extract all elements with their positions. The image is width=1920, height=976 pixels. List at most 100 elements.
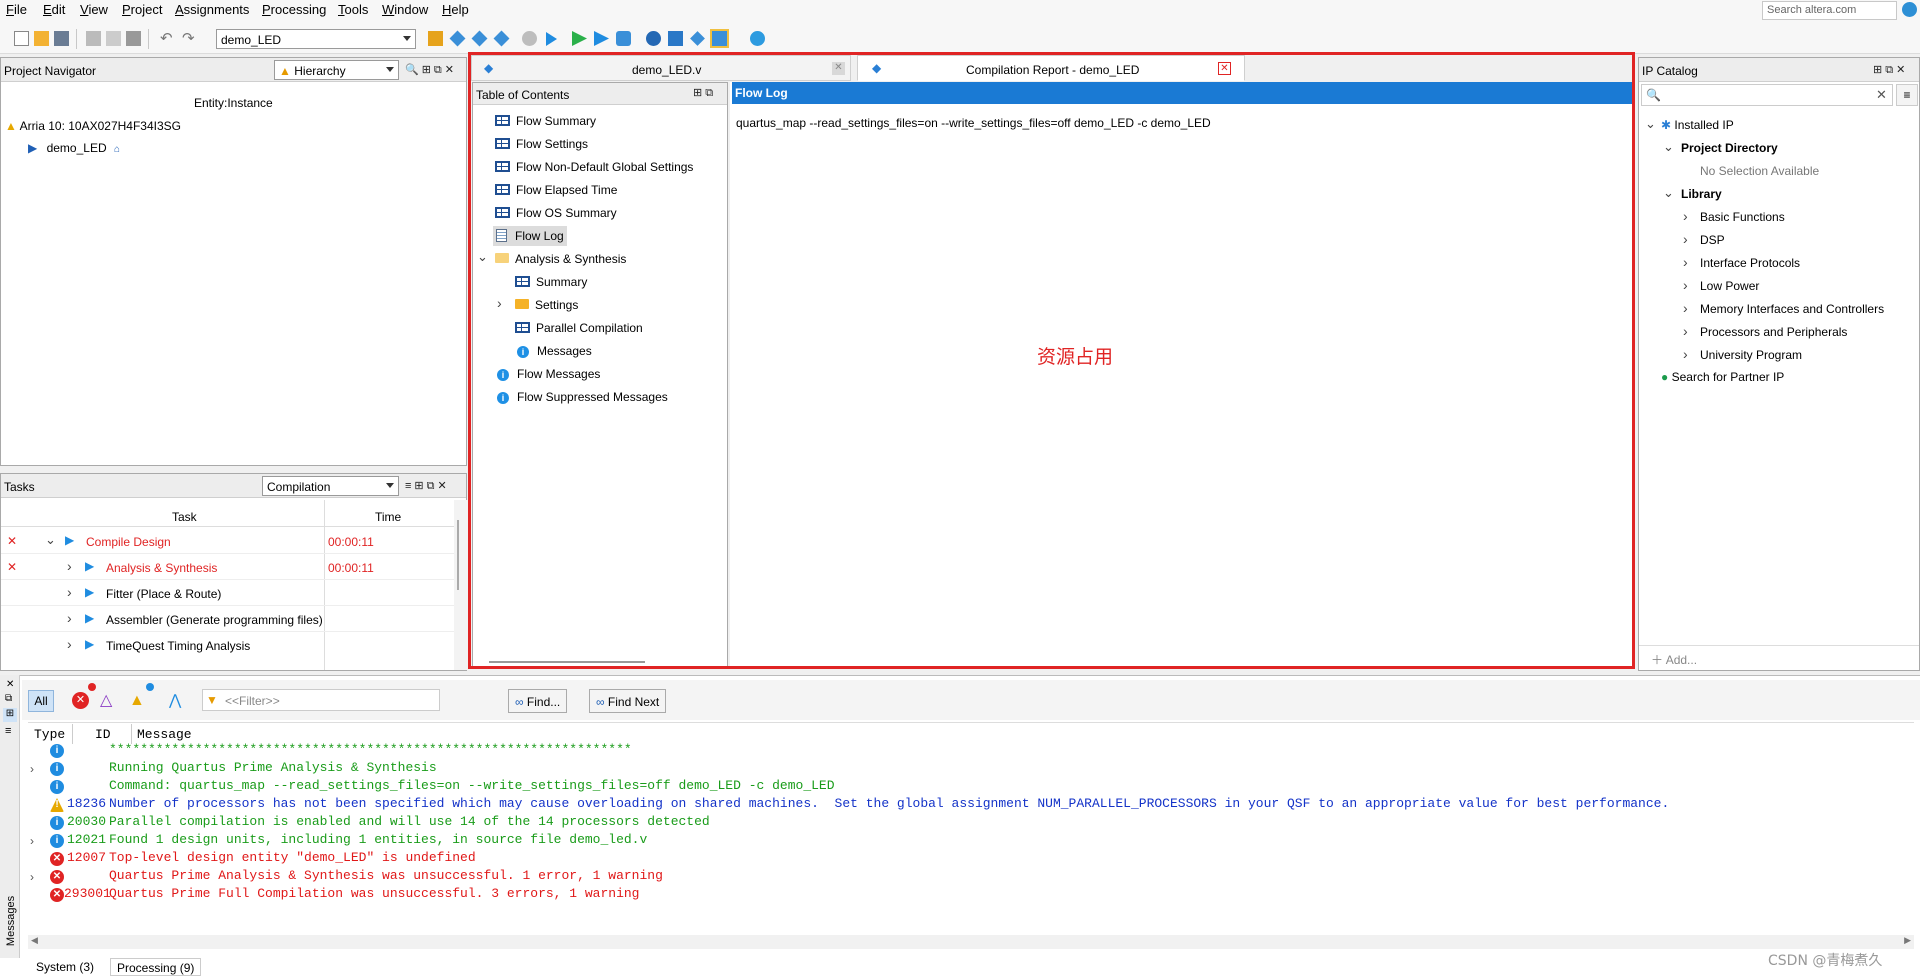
- message-row[interactable]: › i Running Quartus Prime Analysis & Synth…: [28, 760, 1908, 778]
- pin-icon[interactable]: ⊞: [3, 708, 17, 722]
- chevron-right-icon[interactable]: [1683, 346, 1688, 362]
- chevron-right-icon[interactable]: [1683, 254, 1688, 270]
- expand-fitter[interactable]: [67, 584, 72, 600]
- copy-icon[interactable]: [106, 31, 121, 46]
- start-compilation-icon[interactable]: [546, 32, 557, 46]
- navigator-dock-buttons[interactable]: 🔍⊞⧉✕: [405, 63, 457, 77]
- installed-ip[interactable]: ✱ Installed IP: [1661, 118, 1734, 132]
- new-file-icon[interactable]: [14, 31, 29, 46]
- expand-analysis-synthesis-toc[interactable]: [477, 249, 488, 265]
- play-icon[interactable]: ▶: [65, 533, 74, 547]
- library-university-program[interactable]: University Program: [1700, 348, 1802, 362]
- flow-select[interactable]: Compilation: [262, 476, 399, 496]
- expand-library[interactable]: [1663, 185, 1674, 201]
- expand-installed-ip[interactable]: [1645, 116, 1656, 132]
- search-input[interactable]: Search altera.com: [1762, 1, 1897, 20]
- play-icon[interactable]: ▶: [85, 585, 94, 599]
- analyze-icon[interactable]: [471, 30, 488, 47]
- library[interactable]: Library: [1681, 187, 1722, 201]
- open-folder-icon[interactable]: [34, 31, 49, 46]
- warning-filter-icon[interactable]: ▲: [129, 692, 147, 710]
- play-icon[interactable]: ▶: [85, 637, 94, 651]
- menu-edit[interactable]: Edit: [43, 2, 65, 17]
- tasks-dock-buttons[interactable]: ≡⊞⧉✕: [405, 479, 450, 493]
- chevron-right-icon[interactable]: [1683, 231, 1688, 247]
- paste-icon[interactable]: [126, 31, 141, 46]
- message-row[interactable]: i 20030 Parallel compilation is enabled an…: [28, 814, 1908, 832]
- task-assembler[interactable]: Assembler (Generate programming files): [106, 613, 323, 627]
- task-fitter[interactable]: Fitter (Place & Route): [106, 587, 221, 601]
- messages-scrollbar[interactable]: ◀ ▶: [28, 935, 1914, 949]
- toc-item-flow-suppressed[interactable]: i Flow Suppressed Messages: [497, 390, 668, 404]
- synthesis-icon[interactable]: [493, 30, 510, 47]
- add-ip-button[interactable]: ＋ Add...: [1651, 651, 1697, 668]
- toc-item-flow-messages[interactable]: i Flow Messages: [497, 367, 600, 381]
- menu-view[interactable]: View: [80, 2, 108, 17]
- menu-assignments[interactable]: Assignments: [175, 2, 249, 17]
- tab-system[interactable]: System (3): [30, 958, 100, 976]
- menu-processing[interactable]: Processing: [262, 2, 326, 17]
- filter-all-button[interactable]: All: [28, 690, 54, 712]
- start-analysis-icon[interactable]: [572, 31, 587, 46]
- tab-demo-led-v[interactable]: ◆ demo_LED.v ✕: [471, 55, 851, 81]
- menu-window[interactable]: Window: [382, 2, 428, 17]
- expand-message[interactable]: ›: [30, 834, 34, 848]
- expand-message[interactable]: ›: [30, 762, 34, 776]
- toc-item-analysis-synthesis[interactable]: Analysis & Synthesis: [495, 252, 626, 266]
- toc-item-os-summary[interactable]: Flow OS Summary: [495, 206, 617, 220]
- menu-tools[interactable]: Tools: [338, 2, 368, 17]
- chat-icon[interactable]: [750, 31, 765, 46]
- find-button[interactable]: ∞ Find...: [508, 689, 568, 713]
- toc-item-parallel-compilation[interactable]: Parallel Compilation: [515, 321, 643, 335]
- toc-item-elapsed-time[interactable]: Flow Elapsed Time: [495, 183, 617, 197]
- library-dsp[interactable]: DSP: [1700, 233, 1725, 247]
- project-directory[interactable]: Project Directory: [1681, 141, 1778, 155]
- expand-assembler[interactable]: [67, 610, 72, 626]
- library-basic-functions[interactable]: Basic Functions: [1700, 210, 1785, 224]
- error-filter-icon[interactable]: ✕: [72, 692, 89, 709]
- tab-compilation-report[interactable]: ◆ Compilation Report - demo_LED ✕: [857, 55, 1245, 81]
- menu-file[interactable]: File: [6, 2, 27, 17]
- critical-warning-icon[interactable]: △: [100, 692, 118, 710]
- menu-help[interactable]: Help: [442, 2, 469, 17]
- message-row[interactable]: › ✕ Quartus Prime Analysis & Synthesis was…: [28, 868, 1908, 886]
- chip-icon[interactable]: [449, 30, 466, 47]
- suppress-icon[interactable]: ⋀: [169, 692, 187, 710]
- clear-icon[interactable]: ✕: [1876, 87, 1887, 103]
- toc-item-flow-settings[interactable]: Flow Settings: [495, 137, 588, 151]
- chevron-right-icon[interactable]: [1683, 208, 1688, 224]
- pin-planner-icon[interactable]: [428, 31, 443, 46]
- library-low-power[interactable]: Low Power: [1700, 279, 1759, 293]
- message-filter-input[interactable]: ▼ <<Filter>>: [202, 689, 440, 711]
- task-timequest[interactable]: TimeQuest Timing Analysis: [106, 639, 250, 653]
- find-next-button[interactable]: ∞ Find Next: [589, 689, 667, 713]
- close-icon[interactable]: ✕: [6, 679, 14, 690]
- float-icon[interactable]: ⧉: [5, 693, 12, 704]
- device-row[interactable]: ▲ Arria 10: 10AX027H4F34I3SG: [5, 119, 181, 133]
- globe-icon[interactable]: [1902, 2, 1917, 17]
- stop-icon[interactable]: [522, 31, 537, 46]
- library-memory-interfaces[interactable]: Memory Interfaces and Controllers: [1700, 302, 1884, 316]
- ip-dock-buttons[interactable]: ⊞⧉✕: [1873, 63, 1908, 77]
- chevron-right-icon[interactable]: [1683, 277, 1688, 293]
- close-icon[interactable]: ✕: [1218, 62, 1231, 75]
- message-row[interactable]: i ***************************************…: [28, 742, 1908, 760]
- library-interface-protocols[interactable]: Interface Protocols: [1700, 256, 1800, 270]
- close-icon[interactable]: ✕: [832, 62, 845, 75]
- toc-item-messages[interactable]: i Messages: [517, 344, 592, 358]
- expand-analysis-synthesis[interactable]: [67, 558, 72, 574]
- netlist-icon[interactable]: [646, 31, 661, 46]
- task-analysis-synthesis[interactable]: Analysis & Synthesis: [106, 561, 217, 575]
- toc-dock-buttons[interactable]: ⊞⧉: [693, 86, 716, 100]
- revision-select[interactable]: demo_LED: [216, 29, 416, 49]
- partner-ip[interactable]: ● Search for Partner IP: [1661, 370, 1784, 384]
- message-row[interactable]: ! 18236 Number of processors has not been …: [28, 796, 1908, 814]
- top-entity-row[interactable]: ▶ demo_LED ⌂: [28, 141, 120, 155]
- expand-settings-toc[interactable]: [497, 295, 502, 311]
- ip-search-input[interactable]: 🔍 ✕: [1641, 84, 1893, 106]
- toc-item-settings[interactable]: Settings: [515, 298, 578, 312]
- toc-item-flow-log[interactable]: Flow Log: [493, 226, 567, 246]
- redo-icon[interactable]: ↷: [182, 31, 197, 46]
- expand-project-dir[interactable]: [1663, 139, 1674, 155]
- menu-icon[interactable]: ≡: [5, 725, 11, 737]
